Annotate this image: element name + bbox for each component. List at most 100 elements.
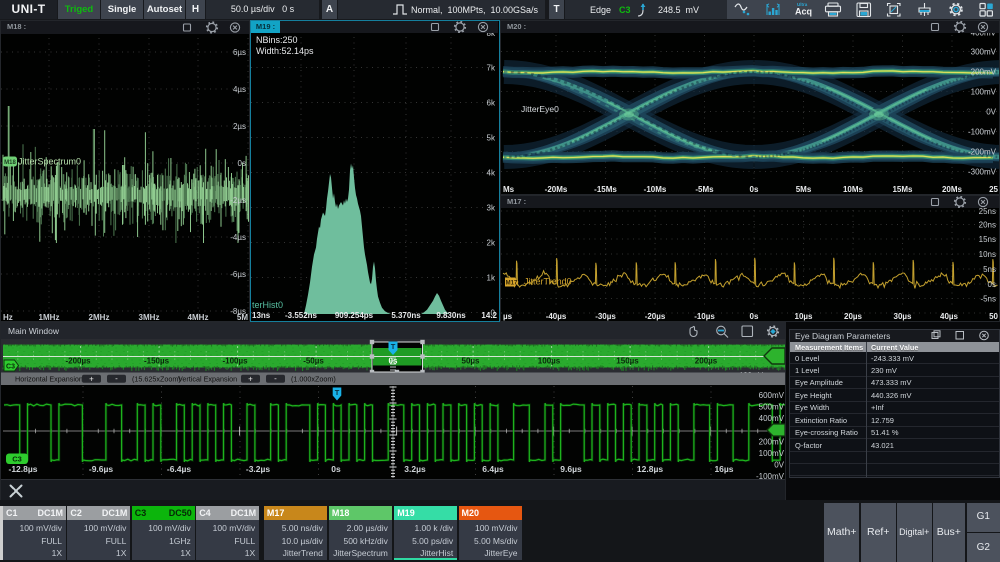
svg-text:10µs: 10µs xyxy=(795,312,814,321)
svg-text:20µs: 20µs xyxy=(844,312,863,321)
svg-text:0s: 0s xyxy=(988,280,996,289)
svg-text:2k: 2k xyxy=(487,239,496,248)
svg-text:25: 25 xyxy=(989,185,998,194)
svg-text:C3: C3 xyxy=(6,364,15,371)
svg-text:100mV: 100mV xyxy=(759,449,785,458)
svg-text:-6.4µs: -6.4µs xyxy=(167,464,192,474)
svg-text:5k: 5k xyxy=(487,134,496,143)
svg-text:terHist0: terHist0 xyxy=(252,300,283,310)
svg-text:C3: C3 xyxy=(619,5,631,15)
svg-text:3.2µs: 3.2µs xyxy=(404,464,426,474)
svg-text:1k: 1k xyxy=(487,274,496,283)
svg-text:150µs: 150µs xyxy=(616,357,639,366)
svg-text:400mV: 400mV xyxy=(971,33,997,38)
svg-text:4k: 4k xyxy=(487,169,496,178)
svg-text:Acq: Acq xyxy=(795,7,812,17)
svg-text:-: - xyxy=(274,374,277,383)
svg-text:0V: 0V xyxy=(986,108,996,117)
svg-text:9.830ns: 9.830ns xyxy=(436,311,466,320)
svg-text:8k: 8k xyxy=(487,33,496,38)
svg-text:-20µs: -20µs xyxy=(645,312,666,321)
svg-text:300mV: 300mV xyxy=(971,48,997,57)
svg-text:12.8µs: 12.8µs xyxy=(637,464,663,474)
svg-text:10Ms: 10Ms xyxy=(843,185,864,194)
svg-text:14.2: 14.2 xyxy=(481,311,497,320)
svg-text:+: + xyxy=(248,374,253,383)
svg-text:100µs: 100µs xyxy=(538,357,561,366)
svg-text:500mV: 500mV xyxy=(759,403,785,412)
svg-text:50µs: 50µs xyxy=(462,357,481,366)
svg-text:-12.8µs: -12.8µs xyxy=(9,464,38,474)
svg-text:-15Ms: -15Ms xyxy=(594,185,617,194)
svg-text:-2µs: -2µs xyxy=(230,196,246,205)
svg-text:400mV: 400mV xyxy=(759,414,785,423)
svg-text:(15.625xZoom): (15.625xZoom) xyxy=(132,374,181,383)
svg-text:0s: 0s xyxy=(750,185,759,194)
svg-text:-10µs: -10µs xyxy=(694,312,715,321)
svg-text:(1.000xZoom): (1.000xZoom) xyxy=(291,374,336,383)
svg-text:30µs: 30µs xyxy=(894,312,913,321)
svg-text:+: + xyxy=(89,374,94,383)
svg-text:13ns: 13ns xyxy=(252,311,271,320)
svg-text:909.254ps: 909.254ps xyxy=(335,311,374,320)
svg-text:NBins:250: NBins:250 xyxy=(256,35,298,45)
svg-text:16µs: 16µs xyxy=(714,464,733,474)
svg-text:JitterTrend0: JitterTrend0 xyxy=(524,277,572,287)
svg-text:-40µs: -40µs xyxy=(546,312,567,321)
svg-text:T: T xyxy=(335,388,340,397)
svg-text:Horizontal Expansion: Horizontal Expansion xyxy=(15,374,83,383)
svg-text:2µs: 2µs xyxy=(233,122,246,131)
svg-text:200µs: 200µs xyxy=(695,357,718,366)
svg-text:-6µs: -6µs xyxy=(230,270,246,279)
svg-text:-200mV: -200mV xyxy=(968,148,997,157)
svg-text:Hz: Hz xyxy=(3,313,13,321)
svg-text:3MHz: 3MHz xyxy=(139,313,160,321)
svg-text:4µs: 4µs xyxy=(233,85,246,94)
svg-text:Edge: Edge xyxy=(590,5,611,15)
svg-text:10ns: 10ns xyxy=(979,250,996,259)
svg-text:-200µs: -200µs xyxy=(65,357,91,366)
svg-text:Width:52.14ps: Width:52.14ps xyxy=(256,46,314,56)
svg-text:0s: 0s xyxy=(238,159,246,168)
svg-text:6k: 6k xyxy=(487,99,496,108)
svg-text:100mV: 100mV xyxy=(971,88,997,97)
svg-text:50: 50 xyxy=(989,312,998,321)
svg-text:-100mV: -100mV xyxy=(968,128,997,137)
svg-text:5M: 5M xyxy=(237,313,248,321)
svg-text:JitterSpectrum0: JitterSpectrum0 xyxy=(18,157,81,167)
svg-text:-5ns: -5ns xyxy=(980,295,996,304)
svg-text:-4µs: -4µs xyxy=(230,233,246,242)
svg-text:-3.2µs: -3.2µs xyxy=(246,464,271,474)
svg-text:0V: 0V xyxy=(774,461,784,470)
svg-text:200mV: 200mV xyxy=(971,68,997,77)
svg-text:-100µs: -100µs xyxy=(222,357,248,366)
svg-text:Ms: Ms xyxy=(503,185,515,194)
svg-text:5.370ns: 5.370ns xyxy=(391,311,421,320)
svg-text:JitterEye0: JitterEye0 xyxy=(521,104,559,114)
svg-text:0s: 0s xyxy=(331,464,341,474)
svg-text:Vertical Expansion: Vertical Expansion xyxy=(178,374,237,383)
svg-text:9.6µs: 9.6µs xyxy=(560,464,582,474)
svg-text:2MHz: 2MHz xyxy=(89,313,110,321)
svg-text:M17: M17 xyxy=(506,281,518,287)
svg-text:-300mV: -300mV xyxy=(968,168,997,177)
svg-text:-30µs: -30µs xyxy=(595,312,616,321)
svg-text:0s: 0s xyxy=(750,312,759,321)
svg-text:-10Ms: -10Ms xyxy=(644,185,667,194)
svg-text:25ns: 25ns xyxy=(979,208,996,216)
svg-text:-3.552ns: -3.552ns xyxy=(285,311,318,320)
svg-text:7k: 7k xyxy=(487,64,496,73)
svg-text:15Ms: 15Ms xyxy=(892,185,913,194)
svg-text:600mV: 600mV xyxy=(759,391,785,400)
svg-text:6.4µs: 6.4µs xyxy=(482,464,504,474)
svg-text:15ns: 15ns xyxy=(979,235,996,244)
svg-text:-150µs: -150µs xyxy=(144,357,170,366)
svg-text:C3: C3 xyxy=(12,455,22,464)
svg-text:M18: M18 xyxy=(4,160,16,166)
svg-text:40µs: 40µs xyxy=(940,312,959,321)
svg-text:-20Ms: -20Ms xyxy=(545,185,568,194)
svg-text:-50µs: -50µs xyxy=(303,357,324,366)
svg-text:-5Ms: -5Ms xyxy=(695,185,714,194)
svg-text:3k: 3k xyxy=(487,204,496,213)
svg-text:1MHz: 1MHz xyxy=(39,313,60,321)
